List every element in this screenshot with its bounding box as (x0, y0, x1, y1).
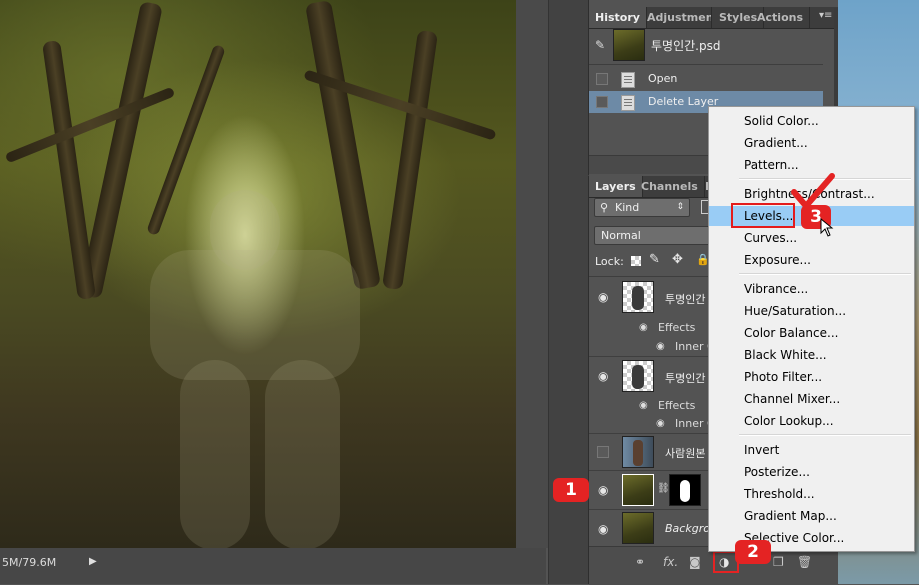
levels-highlight-box (731, 203, 795, 228)
document-canvas[interactable] (0, 0, 516, 548)
menu-item-hue-saturation[interactable]: Hue/Saturation... (709, 301, 914, 321)
tree-trunk (305, 0, 381, 291)
menu-item-curves[interactable]: Curves... (709, 228, 914, 248)
layer-name: 사람원본 (665, 447, 706, 460)
filter-kind-value: Kind (615, 201, 640, 214)
menu-item-color-lookup[interactable]: Color Lookup... (709, 411, 914, 431)
effects-label: Effects (658, 321, 696, 334)
tree-trunk (79, 0, 163, 300)
snapshot-thumbnail (613, 29, 645, 61)
layer-name: 투명인간 (665, 372, 706, 385)
ghost-figure-head (210, 190, 280, 270)
link-layers-icon[interactable]: ⚭ (635, 555, 645, 569)
layer-thumbnail (622, 360, 654, 392)
step-badge-1: 1 (553, 478, 589, 502)
tree-trunk (41, 40, 97, 300)
tab-channels[interactable]: Channels (635, 176, 705, 197)
ghost-figure-leg (265, 360, 340, 548)
updown-icon: ⇕ (676, 202, 684, 212)
add-mask-icon[interactable]: ◙ (689, 555, 701, 569)
effects-label: Effects (658, 399, 696, 412)
visibility-eye-icon[interactable]: ◉ (598, 484, 610, 496)
lock-transparent-icon[interactable] (631, 256, 641, 266)
brush-source-icon[interactable]: ✎ (595, 38, 605, 52)
state-checkbox[interactable] (596, 73, 608, 85)
menu-item-exposure[interactable]: Exposure... (709, 250, 914, 270)
lock-move-icon[interactable]: ✥ (672, 252, 683, 267)
lock-label: Lock: (595, 255, 624, 268)
blend-mode-select[interactable]: Normal (594, 226, 726, 245)
mouse-cursor-icon (820, 218, 834, 237)
tab-actions[interactable]: Actions (751, 7, 810, 28)
layer-style-icon[interactable]: fx. (663, 555, 678, 569)
visibility-eye-icon[interactable]: ◉ (598, 291, 610, 303)
state-checkbox[interactable] (596, 96, 608, 108)
blend-mode-value: Normal (601, 229, 641, 242)
menu-item-black-white[interactable]: Black White... (709, 345, 914, 365)
document-icon (621, 72, 635, 88)
effect-eye-icon[interactable]: ◉ (656, 341, 665, 352)
menu-item-solid-color[interactable]: Solid Color... (709, 111, 914, 131)
layer-thumbnail (622, 281, 654, 313)
tree-trunk (382, 29, 438, 291)
visibility-toggle-off[interactable] (597, 446, 609, 458)
tab-history[interactable]: History (589, 7, 647, 28)
menu-separator (739, 273, 911, 275)
effect-eye-icon[interactable]: ◉ (656, 418, 665, 429)
visibility-eye-icon[interactable]: ◉ (598, 370, 610, 382)
ghost-figure-torso (150, 250, 360, 380)
half-circle-icon: ◑ (719, 555, 730, 569)
menu-separator (739, 434, 911, 436)
link-icon[interactable]: ⛓ (657, 483, 670, 494)
menu-item-invert[interactable]: Invert (709, 440, 914, 460)
search-icon: ⚲ (600, 201, 609, 214)
layer-filter-kind-select[interactable]: ⚲ Kind ⇕ (594, 198, 690, 217)
snapshot-name: 투명인간.psd (651, 39, 721, 53)
menu-item-gradient-map[interactable]: Gradient Map... (709, 506, 914, 526)
new-layer-icon[interactable]: ❐ (773, 555, 784, 569)
layer-name: 투명인간 (665, 293, 706, 306)
ghost-figure-leg (180, 360, 250, 548)
effects-fx-icon: ◉ (639, 400, 648, 411)
doc-size-readout: 5M/79.6M (2, 556, 57, 569)
status-bar: 5M/79.6M ▶ (0, 548, 546, 584)
menu-item-posterize[interactable]: Posterize... (709, 462, 914, 482)
menu-item-photo-filter[interactable]: Photo Filter... (709, 367, 914, 387)
history-state-open[interactable]: Open (589, 68, 823, 90)
tree-branch (4, 86, 176, 164)
document-icon (621, 95, 635, 111)
menu-item-color-balance[interactable]: Color Balance... (709, 323, 914, 343)
layer-thumbnail (622, 512, 654, 544)
history-snapshot[interactable]: ✎ 투명인간.psd (589, 28, 823, 62)
panel-menu-icon[interactable]: ▾≡ (819, 10, 832, 21)
status-menu-arrow-icon[interactable]: ▶ (89, 556, 97, 567)
canvas-border (516, 0, 548, 548)
lock-paint-icon[interactable]: ✎ (649, 252, 660, 267)
divider (589, 64, 823, 65)
menu-item-channel-mixer[interactable]: Channel Mixer... (709, 389, 914, 409)
layer-mask-thumbnail[interactable] (669, 474, 701, 506)
step-badge-2: 2 (735, 540, 771, 564)
tab-adjustments[interactable]: Adjustments (641, 7, 712, 28)
history-tabbar: History Adjustments Styles Actions ▾≡ (589, 7, 839, 29)
menu-item-gradient[interactable]: Gradient... (709, 133, 914, 153)
layer-thumbnail (622, 436, 654, 468)
effects-fx-icon: ◉ (639, 322, 648, 333)
layer-thumbnail (622, 474, 654, 506)
delete-layer-icon[interactable]: 🗑 (797, 555, 812, 569)
history-state-label: Open (648, 72, 678, 85)
visibility-eye-icon[interactable]: ◉ (598, 523, 610, 535)
menu-item-vibrance[interactable]: Vibrance... (709, 279, 914, 299)
menu-item-threshold[interactable]: Threshold... (709, 484, 914, 504)
